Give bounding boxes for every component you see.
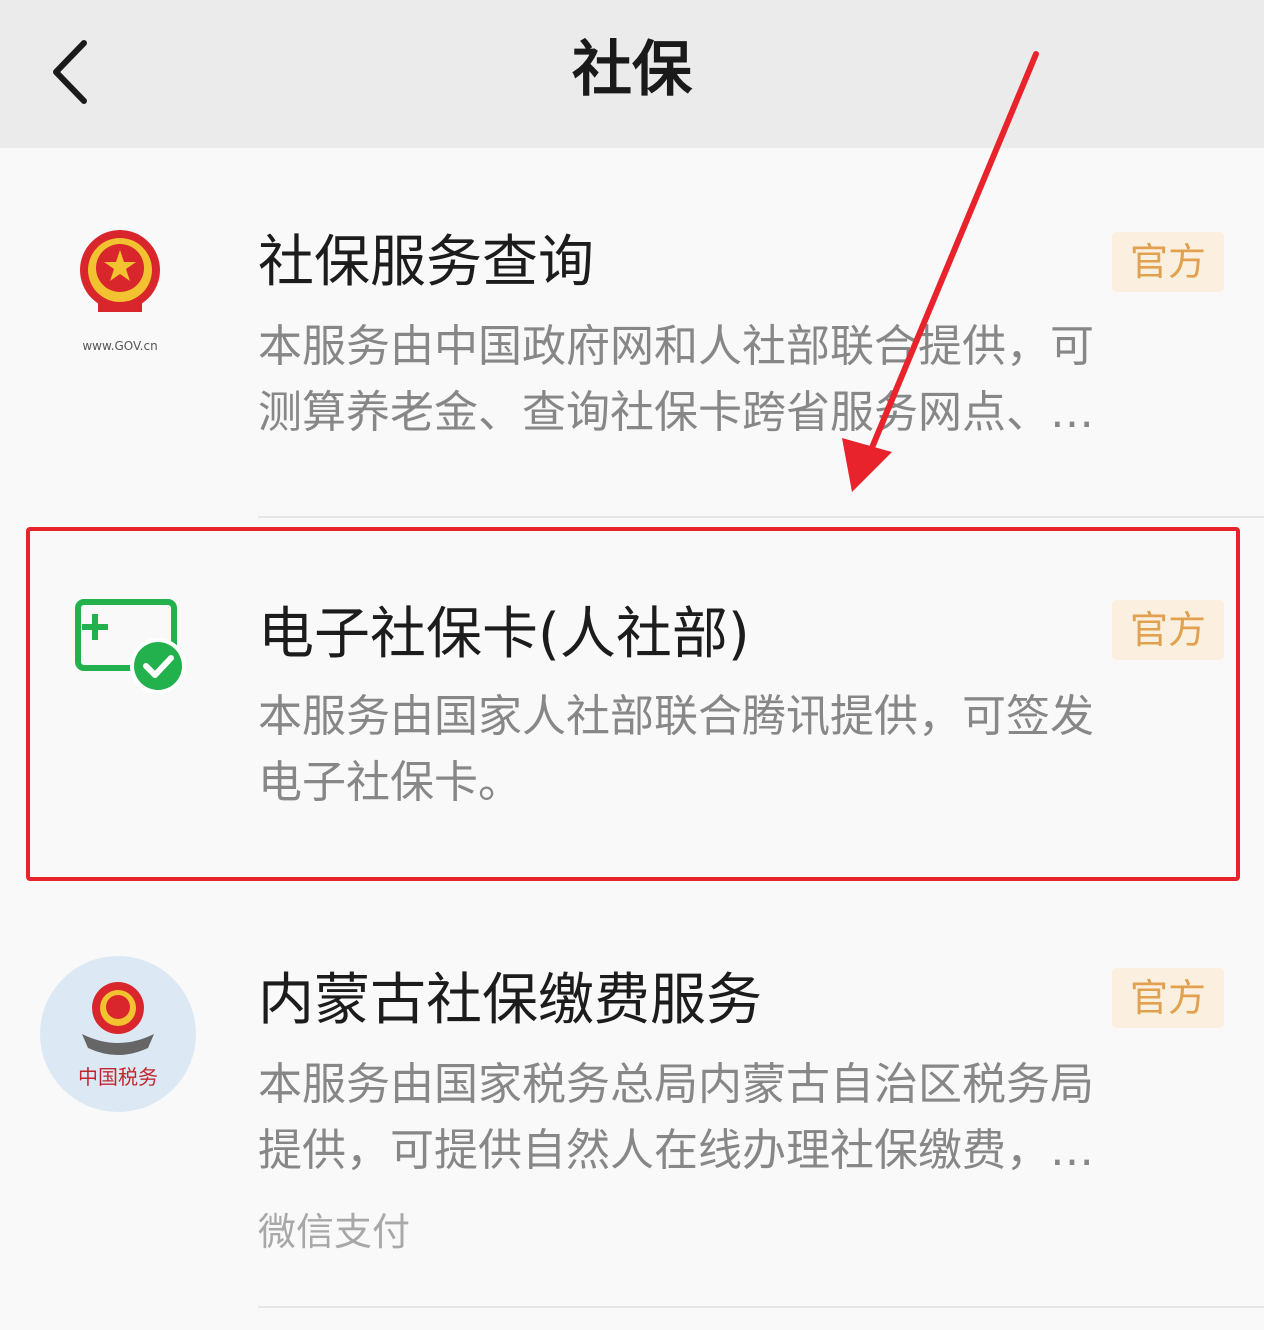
- e-social-card-icon: [40, 568, 200, 728]
- description-line: 本服务由国家税务总局内蒙古自治区税务局: [258, 1059, 1094, 1110]
- official-badge: 官方: [1112, 600, 1224, 660]
- official-badge: 官方: [1112, 232, 1224, 292]
- china-tax-emblem-icon: 中国税务: [40, 956, 200, 1116]
- item-description: 本服务由国家税务总局内蒙古自治区税务局 提供，可提供自然人在线办理社保缴费，…: [258, 1052, 1218, 1184]
- item-title: 社保服务查询: [258, 230, 594, 295]
- description-line: 提供，可提供自然人在线办理社保缴费，…: [258, 1125, 1094, 1176]
- item-title: 电子社保卡(人社部): [258, 602, 750, 667]
- page-title: 社保: [572, 35, 692, 105]
- top-navigation-bar: 社保: [0, 0, 1264, 148]
- official-badge: 官方: [1112, 968, 1224, 1028]
- item-title: 内蒙古社保缴费服务: [258, 968, 762, 1033]
- gov-caption: www.GOV.cn: [82, 339, 157, 353]
- provider-label: 微信支付: [258, 1210, 411, 1254]
- description-line: 本服务由中国政府网和人社部联合提供，可: [258, 321, 1094, 372]
- gov-emblem-icon: www.GOV.cn: [40, 210, 200, 370]
- list-divider: [258, 516, 1264, 518]
- list-item-e-social-card[interactable]: 电子社保卡(人社部) 官方 本服务由国家人社部联合腾讯提供，可签发 电子社保卡。: [0, 518, 1264, 884]
- description-line: 本服务由国家人社部联合腾讯提供，可签发: [258, 691, 1094, 742]
- list-item-inner-mongolia-social-payment[interactable]: 中国税务 内蒙古社保缴费服务 官方 本服务由国家税务总局内蒙古自治区税务局 提供…: [0, 886, 1264, 1306]
- description-line: 电子社保卡。: [258, 757, 522, 808]
- tax-caption: 中国税务: [78, 1065, 158, 1089]
- item-description: 本服务由中国政府网和人社部联合提供，可 测算养老金、查询社保卡跨省服务网点、…: [258, 314, 1218, 446]
- item-description: 本服务由国家人社部联合腾讯提供，可签发 电子社保卡。: [258, 684, 1218, 816]
- description-line: 测算养老金、查询社保卡跨省服务网点、…: [258, 387, 1094, 438]
- list-item-social-security-query[interactable]: www.GOV.cn 社保服务查询 官方 本服务由中国政府网和人社部联合提供，可…: [0, 148, 1264, 516]
- list-divider: [258, 1306, 1264, 1308]
